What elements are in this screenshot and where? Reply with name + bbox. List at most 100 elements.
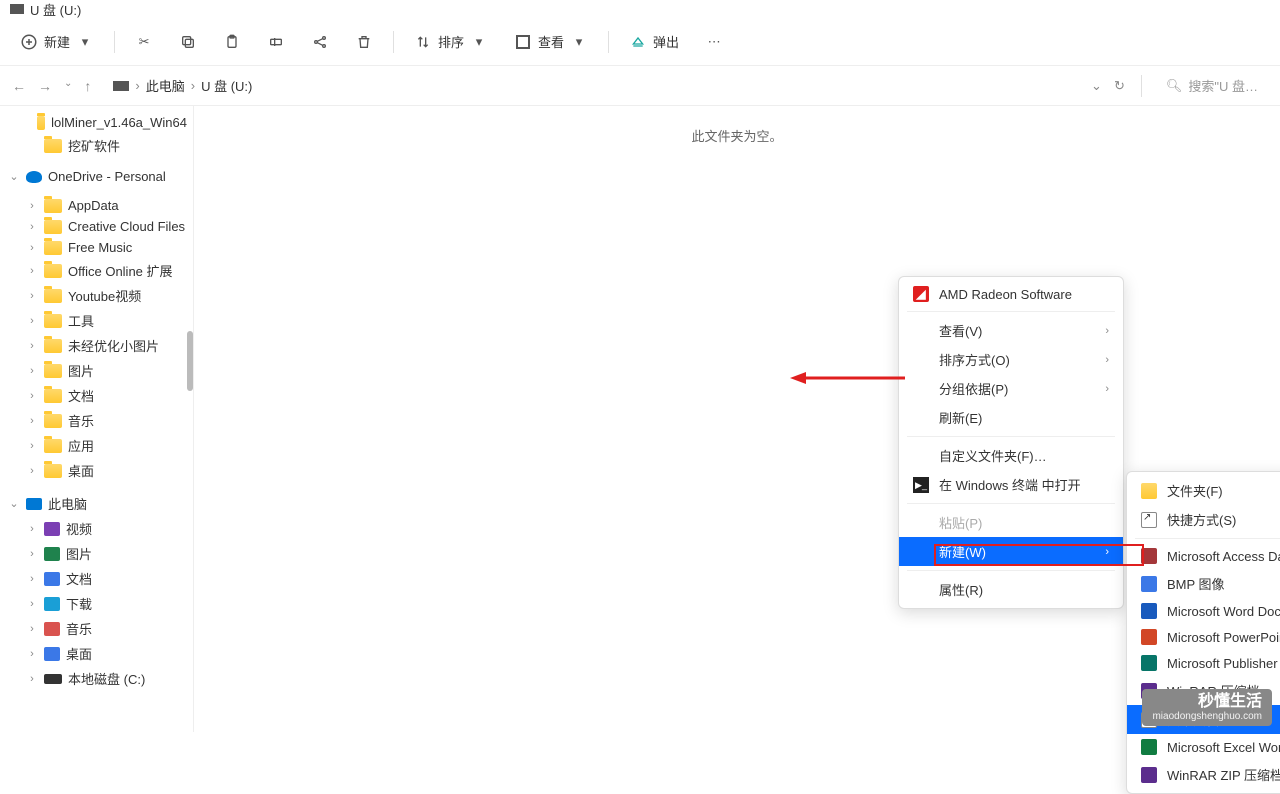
- sidebar-item[interactable]: ›音乐: [0, 616, 193, 641]
- chevron-icon[interactable]: ⌄: [8, 170, 20, 183]
- sidebar-item[interactable]: ›AppData: [0, 195, 193, 216]
- forward-button[interactable]: →: [38, 78, 52, 94]
- sidebar-item[interactable]: ›未经优化小图片: [0, 333, 193, 358]
- breadcrumb[interactable]: › 此电脑 › U 盘 (U:): [105, 72, 1081, 99]
- ctx-properties[interactable]: 属性(R): [899, 575, 1123, 604]
- more-button[interactable]: ⋯: [695, 27, 733, 57]
- sidebar-item[interactable]: ›下载: [0, 591, 193, 616]
- refresh-button[interactable]: ↻: [1114, 78, 1125, 94]
- delete-button[interactable]: [345, 27, 383, 57]
- new-ppt[interactable]: Microsoft PowerPoint Presentation: [1127, 624, 1280, 650]
- separator: [907, 311, 1115, 312]
- sidebar-item[interactable]: ›文档: [0, 383, 193, 408]
- sidebar-item[interactable]: ›Office Online 扩展: [0, 258, 193, 283]
- sidebar-item[interactable]: ›视频: [0, 516, 193, 541]
- chevron-icon[interactable]: ›: [26, 465, 38, 477]
- ctx-new[interactable]: 新建(W) ›: [899, 537, 1123, 566]
- sidebar-item[interactable]: 挖矿软件: [0, 133, 193, 158]
- chevron-icon[interactable]: ›: [26, 673, 38, 685]
- view-button[interactable]: 查看 ▾: [504, 26, 598, 57]
- chevron-icon[interactable]: ›: [26, 200, 38, 212]
- library-icon: [44, 522, 60, 536]
- ctx-sortby[interactable]: 排序方式(O) ›: [899, 345, 1123, 374]
- ctx-customize[interactable]: 自定义文件夹(F)…: [899, 441, 1123, 470]
- cut-icon: ✂: [135, 33, 153, 51]
- sidebar-item[interactable]: ›图片: [0, 541, 193, 566]
- new-bmp[interactable]: BMP 图像: [1127, 569, 1280, 598]
- chevron-icon[interactable]: ›: [26, 623, 38, 635]
- chevron-icon[interactable]: ›: [26, 315, 38, 327]
- sidebar-item[interactable]: ›桌面: [0, 641, 193, 666]
- up-button[interactable]: ↑: [84, 78, 91, 94]
- chevron-icon[interactable]: ›: [26, 523, 38, 535]
- copy-icon: [179, 33, 197, 51]
- ctx-label: 属性(R): [939, 580, 983, 599]
- ctx-terminal[interactable]: ▶_ 在 Windows 终端 中打开: [899, 470, 1123, 499]
- sidebar-item[interactable]: ›桌面: [0, 458, 193, 483]
- sidebar-item[interactable]: ⌄ 此电脑: [0, 491, 193, 516]
- sidebar-item[interactable]: ⌄OneDrive - Personal: [0, 166, 193, 187]
- ctx-amd[interactable]: ◢ AMD Radeon Software: [899, 281, 1123, 307]
- chevron-icon[interactable]: ›: [26, 221, 38, 233]
- new-word[interactable]: Microsoft Word Document: [1127, 598, 1280, 624]
- chevron-icon[interactable]: ›: [26, 390, 38, 402]
- sidebar-item[interactable]: ›Creative Cloud Files: [0, 216, 193, 237]
- breadcrumb-pc[interactable]: 此电脑: [146, 76, 185, 95]
- chevron-icon[interactable]: ›: [26, 573, 38, 585]
- chevron-icon[interactable]: ›: [26, 548, 38, 560]
- chevron-down-icon[interactable]: ⌄: [1091, 78, 1102, 94]
- back-button[interactable]: ←: [12, 78, 26, 94]
- new-xls[interactable]: Microsoft Excel Worksheet: [1127, 734, 1280, 760]
- ctx-label: Microsoft Access Database: [1167, 549, 1280, 564]
- drive-icon: [10, 4, 24, 14]
- paste-button[interactable]: [213, 27, 251, 57]
- sidebar-item[interactable]: lolMiner_v1.46a_Win64: [0, 112, 193, 133]
- sidebar-item[interactable]: ›本地磁盘 (C:): [0, 666, 193, 691]
- breadcrumb-drive[interactable]: U 盘 (U:): [201, 76, 252, 95]
- cut-button[interactable]: ✂: [125, 27, 163, 57]
- copy-button[interactable]: [169, 27, 207, 57]
- new-pub[interactable]: Microsoft Publisher Document: [1127, 650, 1280, 676]
- sidebar[interactable]: lolMiner_v1.46a_Win64挖矿软件 ⌄OneDrive - Per…: [0, 106, 194, 732]
- chevron-icon[interactable]: ›: [26, 598, 38, 610]
- sidebar-item[interactable]: ›音乐: [0, 408, 193, 433]
- chevron-icon[interactable]: ›: [26, 648, 38, 660]
- chevron-icon[interactable]: ›: [26, 265, 38, 277]
- chevron-icon[interactable]: ⌄: [8, 497, 20, 510]
- chevron-icon[interactable]: ›: [26, 365, 38, 377]
- share-button[interactable]: [301, 27, 339, 57]
- new-zip[interactable]: WinRAR ZIP 压缩档: [1127, 760, 1280, 789]
- sidebar-item[interactable]: › 图片: [0, 358, 193, 383]
- chevron-icon[interactable]: ›: [26, 290, 38, 302]
- ctx-refresh[interactable]: 刷新(E): [899, 403, 1123, 432]
- chevron-down-icon[interactable]: ⌄: [64, 78, 72, 94]
- sidebar-item[interactable]: ›Youtube视频: [0, 283, 193, 308]
- rename-button[interactable]: [257, 27, 295, 57]
- chevron-icon[interactable]: ›: [26, 415, 38, 427]
- ctx-groupby[interactable]: 分组依据(P) ›: [899, 374, 1123, 403]
- sidebar-item[interactable]: ›文档: [0, 566, 193, 591]
- chevron-icon[interactable]: ›: [26, 242, 38, 254]
- new-submenu: 文件夹(F) 快捷方式(S) Microsoft Access Database…: [1126, 471, 1280, 794]
- chevron-icon[interactable]: ›: [26, 340, 38, 352]
- library-icon: [44, 572, 60, 586]
- sort-button[interactable]: 排序 ▾: [404, 26, 498, 57]
- sidebar-item-label: 图片: [68, 361, 94, 380]
- ctx-label: BMP 图像: [1167, 574, 1225, 593]
- eject-button[interactable]: 弹出: [619, 26, 689, 57]
- sidebar-item[interactable]: ›应用: [0, 433, 193, 458]
- search-input[interactable]: 🔍︎ 搜索"U 盘…: [1158, 72, 1266, 99]
- sidebar-item[interactable]: ›Free Music: [0, 237, 193, 258]
- ctx-view[interactable]: 查看(V) ›: [899, 316, 1123, 345]
- new-access[interactable]: Microsoft Access Database: [1127, 543, 1280, 569]
- chevron-icon[interactable]: ›: [26, 440, 38, 452]
- sidebar-item[interactable]: ›工具: [0, 308, 193, 333]
- new-shortcut[interactable]: 快捷方式(S): [1127, 505, 1280, 534]
- scrollbar-thumb[interactable]: [187, 331, 193, 391]
- ctx-paste[interactable]: 粘贴(P): [899, 508, 1123, 537]
- new-folder[interactable]: 文件夹(F): [1127, 476, 1280, 505]
- address-bar: ← → ⌄ ↑ › 此电脑 › U 盘 (U:) ⌄ ↻ 🔍︎ 搜索"U 盘…: [0, 66, 1280, 106]
- sidebar-item-label: 此电脑: [48, 494, 87, 513]
- content-pane[interactable]: 此文件夹为空。 ◢ AMD Radeon Software 查看(V) › 排序…: [194, 106, 1280, 732]
- new-button[interactable]: 新建 ▾: [10, 26, 104, 57]
